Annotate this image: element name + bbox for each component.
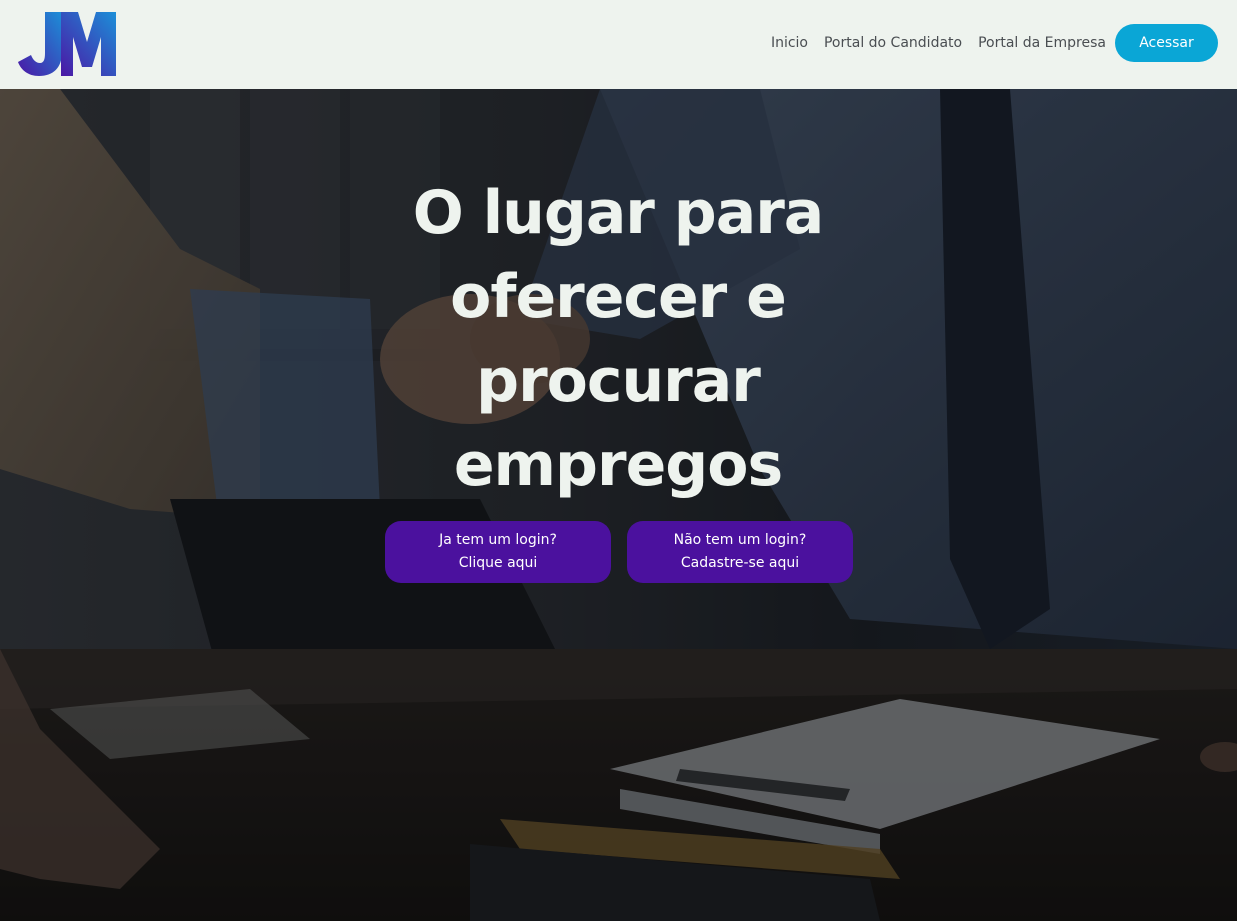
signup-button[interactable]: Não tem um login? Cadastre-se aqui <box>627 521 853 583</box>
hero-buttons: Ja tem um login? Clique aqui Não tem um … <box>385 521 853 583</box>
login-button-line2: Clique aqui <box>458 555 538 571</box>
login-button[interactable]: Ja tem um login? Clique aqui <box>385 521 611 583</box>
nav-link-portal-candidato[interactable]: Portal do Candidato <box>824 35 962 51</box>
landing-page: Inicio Portal do Candidato Portal da Emp… <box>0 0 1237 921</box>
jm-logo[interactable] <box>18 12 118 78</box>
nav-links: Inicio Portal do Candidato Portal da Emp… <box>771 24 1218 62</box>
navbar: Inicio Portal do Candidato Portal da Emp… <box>0 0 1237 89</box>
hero-title: O lugar para oferecer e procurar emprego… <box>412 178 825 500</box>
signup-button-line2: Cadastre-se aqui <box>680 555 800 571</box>
nav-link-inicio[interactable]: Inicio <box>771 35 808 51</box>
hero-section: O lugar para oferecer e procurar emprego… <box>0 89 1237 921</box>
nav-link-portal-empresa[interactable]: Portal da Empresa <box>978 35 1106 51</box>
access-button[interactable]: Acessar <box>1115 24 1218 62</box>
login-button-line1: Ja tem um login? <box>439 532 557 548</box>
signup-button-line1: Não tem um login? <box>673 532 807 548</box>
